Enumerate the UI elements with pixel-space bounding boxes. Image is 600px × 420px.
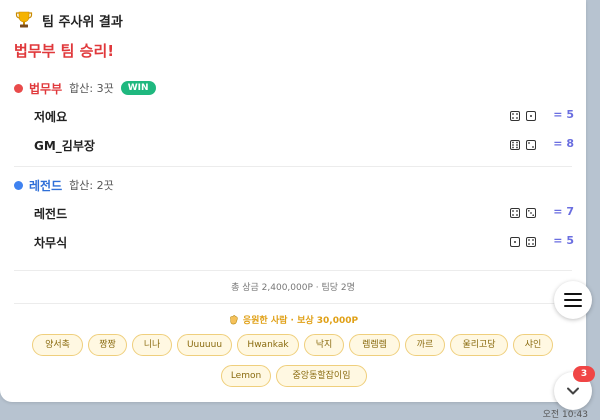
trophy-icon xyxy=(15,11,33,28)
team-header-legend: 레전드 합산: 2끗 xyxy=(14,176,121,194)
chevron-down-icon xyxy=(567,387,579,395)
dice-pair xyxy=(510,208,536,218)
team-color-dot xyxy=(14,83,23,93)
dice-pair xyxy=(510,237,536,247)
dice-result-card: 팀 주사위 결과 법무부 팀 승리! 법무부 합산: 3끗 WIN 저에요 = … xyxy=(0,0,586,402)
supporter-chip: 샤인 xyxy=(513,334,553,356)
dice-pair xyxy=(510,140,536,150)
section-divider xyxy=(14,303,572,304)
supporter-chip: Uuuuuu xyxy=(177,334,232,356)
hamburger-menu-icon[interactable] xyxy=(554,281,592,319)
menu-bar xyxy=(564,299,582,301)
menu-bar xyxy=(564,305,582,307)
supporter-chip: 짱짱 xyxy=(88,334,127,356)
die-face-4-icon xyxy=(510,208,520,218)
dice-sum: = 5 xyxy=(553,108,574,121)
team-name: 법무부 xyxy=(29,81,63,96)
player-name: 저에요 xyxy=(34,110,68,124)
prize-summary: 총 상금 2,400,000P · 팀당 2명 xyxy=(231,283,355,293)
player-row: 저에요 = 5 xyxy=(34,107,574,125)
player-name: 차무식 xyxy=(34,236,68,250)
team-color-dot xyxy=(14,180,23,190)
player-row: 레전드 = 7 xyxy=(34,204,574,222)
team-total: 합산: 3끗 xyxy=(69,82,114,95)
team-header-beopmubu: 법무부 합산: 3끗 WIN xyxy=(14,79,156,97)
supporter-chip: 양서촉 xyxy=(32,334,83,356)
player-row: 차무식 = 5 xyxy=(34,233,574,251)
die-face-1-icon xyxy=(510,237,520,247)
supporter-chip: 낙지 xyxy=(304,334,344,356)
supporter-chip: Lemon xyxy=(221,365,271,387)
die-face-2-icon xyxy=(526,140,536,150)
player-row: GM_김부장 = 8 xyxy=(34,136,574,154)
dice-sum: = 7 xyxy=(553,205,574,218)
message-timestamp: 오전 10:43 xyxy=(542,410,588,420)
win-badge: WIN xyxy=(120,81,156,95)
dice-pair xyxy=(510,111,536,121)
supporter-chip: 니나 xyxy=(132,334,172,356)
unread-count-badge: 3 xyxy=(573,366,595,382)
dice-sum: = 5 xyxy=(553,234,574,247)
supporter-chip: 렘렘렘 xyxy=(349,334,400,356)
supporter-chip: 중앙동할잡이임 xyxy=(276,365,367,387)
card-header: 팀 주사위 결과 xyxy=(14,9,123,31)
section-divider xyxy=(14,270,572,271)
player-name: GM_김부장 xyxy=(34,139,95,153)
die-face-4-icon xyxy=(526,237,536,247)
die-face-3-icon xyxy=(526,208,536,218)
dice-sum: = 8 xyxy=(553,137,574,150)
die-face-1-icon xyxy=(526,111,536,121)
winner-text: 법무부 팀 승리! xyxy=(14,42,115,60)
die-face-6-icon xyxy=(510,140,520,150)
die-face-4-icon xyxy=(510,111,520,121)
waving-hand-icon xyxy=(229,315,238,325)
supporter-chip: Hwankak xyxy=(237,334,299,356)
supporters-title: 응원한 사람 · 보상 30,000P xyxy=(242,316,359,326)
supporter-chip: 울리고당 xyxy=(450,334,508,356)
card-title: 팀 주사위 결과 xyxy=(42,14,123,30)
team-total: 합산: 2끗 xyxy=(69,179,114,192)
supporters-header: 응원한 사람 · 보상 30,000P xyxy=(0,313,586,326)
supporter-chip: 까르 xyxy=(405,334,445,356)
team-name: 레전드 xyxy=(29,178,63,193)
player-name: 레전드 xyxy=(34,207,68,221)
team-divider xyxy=(14,166,572,167)
menu-bar xyxy=(564,293,582,295)
